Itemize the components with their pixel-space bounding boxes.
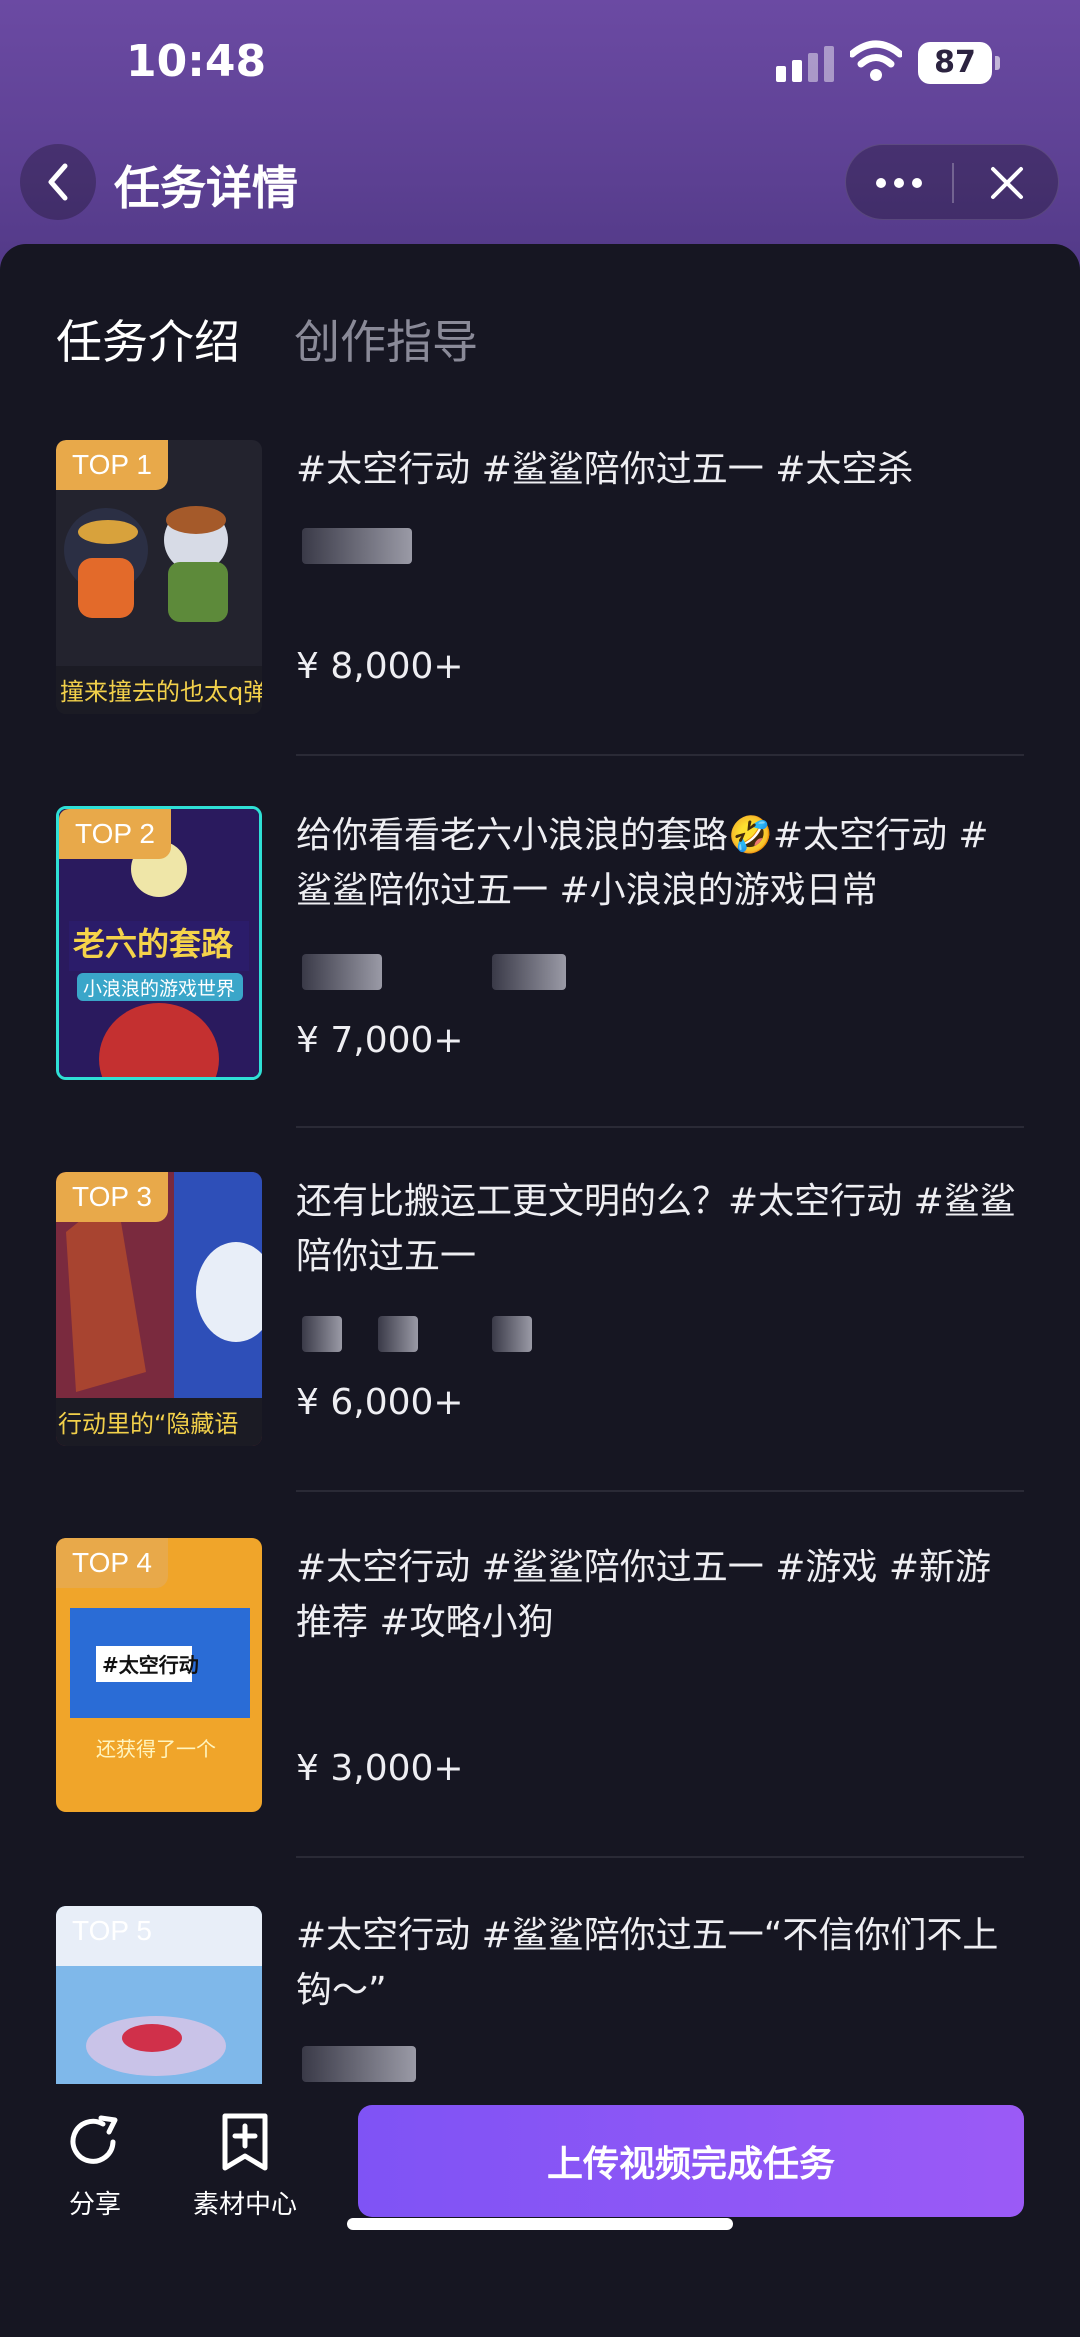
video-thumbnail[interactable]: 撞来撞去的也太q弹了 TOP 1: [56, 440, 262, 714]
add-material-icon: [222, 2113, 268, 2171]
task-title: #太空行动 #鲨鲨陪你过五一“不信你们不上钩～”: [296, 1915, 999, 2011]
back-button[interactable]: [20, 144, 96, 220]
share-icon: [70, 2115, 118, 2164]
divider: [296, 1126, 1024, 1128]
video-thumbnail[interactable]: TOP 5: [56, 1906, 262, 2084]
task-title: #太空行动 #鲨鲨陪你过五一 #太空杀: [296, 449, 914, 490]
list-item[interactable]: 老六的套路 小浪浪的游戏世界 TOP 2 给你看看老六小浪浪的套路🤣#太空行动 …: [56, 806, 1024, 1172]
home-indicator: [347, 2218, 733, 2230]
svg-text:撞来撞去的也太q弹了: 撞来撞去的也太q弹了: [60, 678, 262, 706]
battery-level: 87: [918, 42, 992, 84]
close-icon: [991, 167, 1023, 199]
video-thumbnail[interactable]: 老六的套路 小浪浪的游戏世界 TOP 2: [56, 806, 262, 1080]
battery-icon: 87: [918, 42, 1000, 84]
list-item[interactable]: #太空行动 还获得了一个 TOP 4 #太空行动 #鲨鲨陪你过五一 #游戏 #新…: [56, 1538, 1024, 1904]
task-title: #太空行动 #鲨鲨陪你过五一 #游戏 #新游推荐 #攻略小狗: [296, 1547, 991, 1643]
share-button[interactable]: 分享: [30, 2112, 160, 2221]
svg-text:还获得了一个: 还获得了一个: [96, 1737, 216, 1761]
task-price: ¥ 3,000+: [296, 1748, 464, 1789]
mini-program-capsule: [845, 144, 1059, 220]
rank-badge: TOP 1: [56, 440, 168, 490]
more-button[interactable]: [846, 145, 952, 221]
status-time: 10:48: [126, 36, 267, 87]
svg-text:老六的套路: 老六的套路: [73, 925, 234, 963]
divider: [296, 754, 1024, 756]
redacted-info: [302, 528, 412, 564]
svg-text:行动里的“隐藏语: 行动里的“隐藏语: [58, 1410, 238, 1438]
upload-video-button[interactable]: 上传视频完成任务: [358, 2105, 1024, 2217]
status-bar: 10:48 87: [0, 0, 1080, 130]
redacted-info: [302, 1316, 342, 1352]
chevron-left-icon: [48, 163, 68, 201]
divider: [296, 1490, 1024, 1492]
rank-badge: TOP 3: [56, 1172, 168, 1222]
task-title: 还有比搬运工更文明的么？#太空行动 #鲨鲨陪你过五一: [296, 1181, 1016, 1277]
video-thumbnail[interactable]: #太空行动 还获得了一个 TOP 4: [56, 1538, 262, 1812]
video-thumbnail[interactable]: 行动里的“隐藏语 TOP 3: [56, 1172, 262, 1446]
task-price: ¥ 7,000+: [296, 1020, 464, 1061]
list-item[interactable]: 行动里的“隐藏语 TOP 3 还有比搬运工更文明的么？#太空行动 #鲨鲨陪你过五…: [56, 1172, 1024, 1538]
page-title: 任务详情: [114, 161, 298, 215]
divider: [296, 1856, 1024, 1858]
cellular-signal-icon: [776, 46, 834, 82]
bottom-action-bar: 分享 素材中心 上传视频完成任务: [0, 2084, 1080, 2337]
tab-bar: 任务介绍 创作指导: [0, 306, 1080, 449]
tab-creation-guide[interactable]: 创作指导: [294, 306, 478, 372]
material-center-button[interactable]: 素材中心: [180, 2112, 310, 2221]
rank-badge: TOP 5: [72, 1915, 152, 1946]
task-price: ¥ 8,000+: [296, 646, 464, 687]
rank-badge: TOP 4: [56, 1538, 168, 1588]
content-panel: 任务介绍 创作指导 撞来撞去的也太q弹了 TOP 1 #太: [0, 244, 1080, 2337]
wifi-icon: [850, 40, 902, 81]
redacted-info: [302, 954, 382, 990]
redacted-info: [302, 2046, 416, 2082]
material-center-label: 素材中心: [192, 2190, 297, 2220]
task-title: 给你看看老六小浪浪的套路🤣#太空行动 #鲨鲨陪你过五一 #小浪浪的游戏日常: [296, 815, 989, 911]
list-item[interactable]: TOP 5 #太空行动 #鲨鲨陪你过五一“不信你们不上钩～”: [56, 1906, 1024, 2106]
close-button[interactable]: [954, 145, 1060, 221]
tab-task-intro[interactable]: 任务介绍: [56, 306, 240, 372]
redacted-info: [492, 954, 566, 990]
svg-text:小浪浪的游戏世界: 小浪浪的游戏世界: [83, 978, 235, 1000]
redacted-info: [378, 1316, 418, 1352]
redacted-info: [492, 1316, 532, 1352]
navigation-bar: 任务详情: [0, 140, 1080, 240]
svg-text:#太空行动: #太空行动: [102, 1653, 199, 1677]
more-dots-icon: [876, 178, 922, 188]
list-item[interactable]: 撞来撞去的也太q弹了 TOP 1 #太空行动 #鲨鲨陪你过五一 #太空杀 ¥ 8…: [56, 440, 1024, 806]
rank-badge: TOP 2: [59, 809, 171, 859]
task-price: ¥ 6,000+: [296, 1382, 464, 1423]
share-label: 分享: [68, 2190, 121, 2220]
